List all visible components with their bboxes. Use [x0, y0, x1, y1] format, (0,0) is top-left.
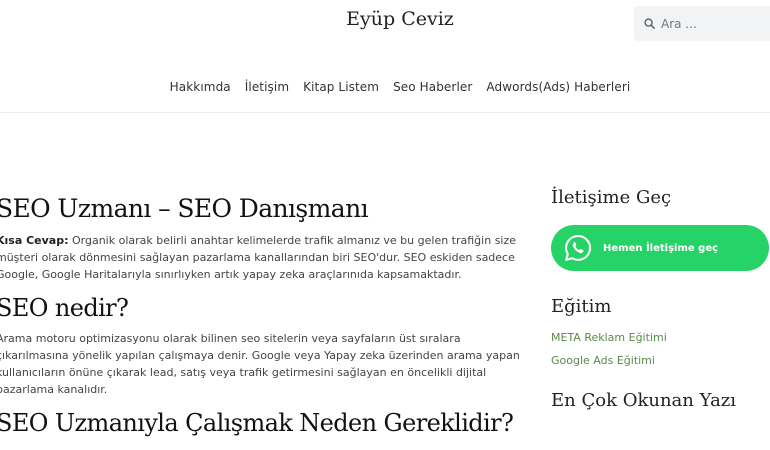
- search-box[interactable]: [634, 6, 770, 41]
- seo-paragraph: Arama motoru optimizasyonu olarak biline…: [0, 332, 520, 396]
- intro-text: Organik olarak belirli anahtar kelimeler…: [0, 234, 517, 281]
- section-heading-seo-nedir: SEO nedir?: [0, 294, 129, 322]
- link-google-ads-egitimi[interactable]: Google Ads Eğitimi: [551, 349, 770, 372]
- education-widget-title: Eğitim: [551, 296, 612, 317]
- nav-item-hakkimda[interactable]: Hakkımda: [170, 80, 231, 94]
- section-heading-why-seo: SEO Uzmanıyla Çalışmak Neden Gereklidir?: [0, 409, 514, 437]
- intro-paragraph: Kısa Cevap: Organik olarak belirli anaht…: [0, 232, 526, 283]
- page-title: SEO Uzmanı – SEO Danışmanı: [0, 194, 369, 223]
- nav-item-adwords-haberleri[interactable]: Adwords(Ads) Haberleri: [486, 80, 630, 94]
- popular-widget-title: En Çok Okunan Yazı: [551, 390, 737, 411]
- whatsapp-button-label: Hemen İletişime geç: [603, 242, 719, 254]
- nav-item-iletisim[interactable]: İletişim: [245, 80, 289, 94]
- link-meta-reklam-egitimi[interactable]: META Reklam Eğitimi: [551, 326, 770, 349]
- header-divider: [0, 112, 770, 113]
- sidebar: İletişime Geç Hemen İletişime geç Eğitim…: [551, 187, 770, 411]
- whatsapp-contact-button[interactable]: Hemen İletişime geç: [551, 225, 769, 271]
- nav-item-seo-haberler[interactable]: Seo Haberler: [393, 80, 472, 94]
- whatsapp-icon: [565, 234, 592, 261]
- main-navigation: Hakkımda İletişim Kitap Listem Seo Haber…: [0, 80, 770, 94]
- search-icon: [644, 18, 655, 29]
- contact-widget-title: İletişime Geç: [551, 187, 672, 208]
- search-input[interactable]: [661, 16, 761, 31]
- main-content: SEO Uzmanı – SEO Danışmanı Kısa Cevap: O…: [0, 193, 526, 439]
- nav-item-kitap-listem[interactable]: Kitap Listem: [303, 80, 379, 94]
- intro-label: Kısa Cevap:: [0, 234, 69, 247]
- education-links: META Reklam Eğitimi Google Ads Eğitimi: [551, 326, 770, 372]
